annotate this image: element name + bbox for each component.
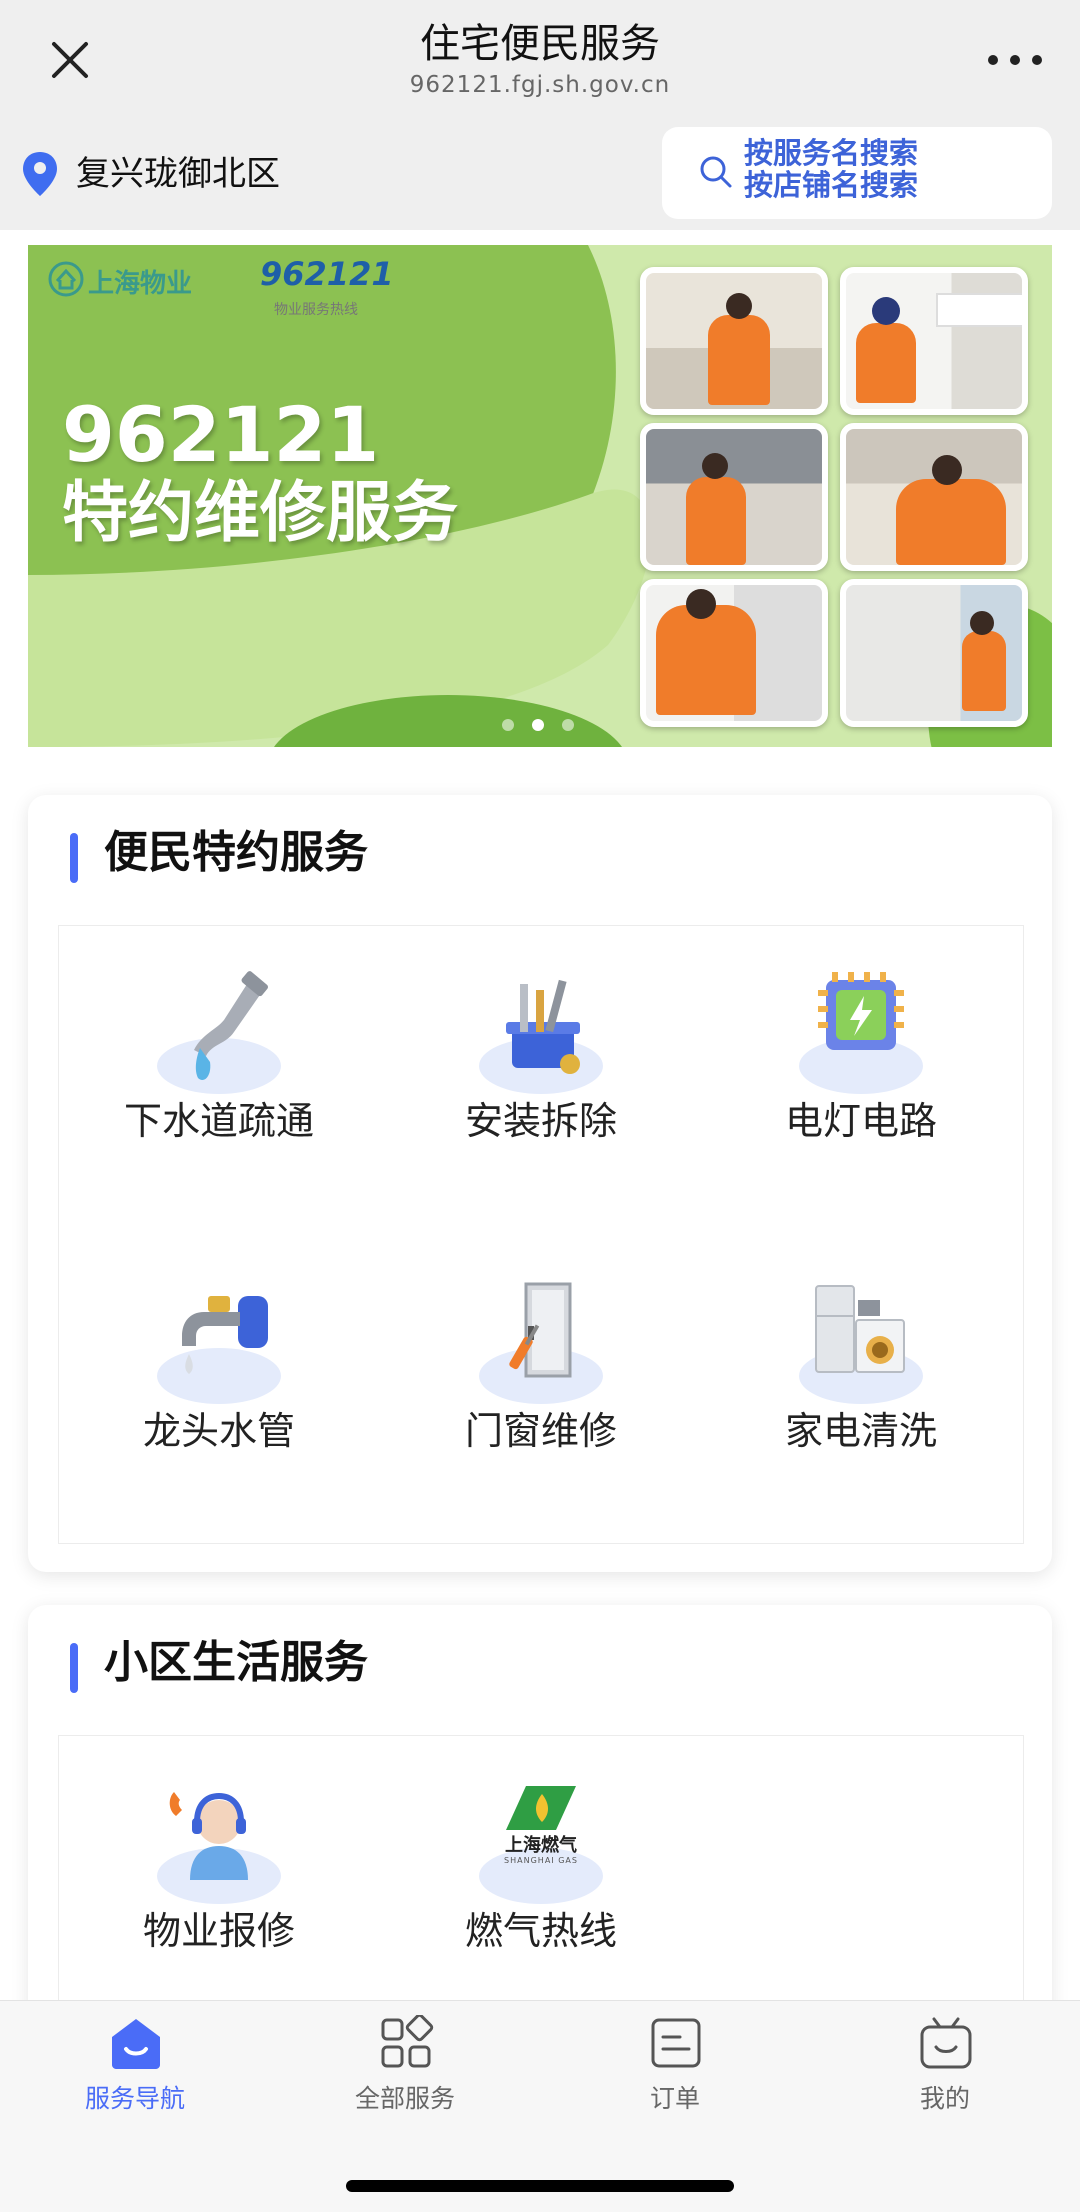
community-services-card: 小区生活服务 物业报修 上海燃气 SHANGHAI GAS 燃气热线 bbox=[28, 1605, 1052, 2025]
search-icon bbox=[700, 156, 732, 188]
service-item-appliance[interactable]: 家电清洗 bbox=[701, 1236, 1021, 1536]
search-placeholder-2: 按店铺名搜索 bbox=[744, 168, 919, 202]
service-item-label: 燃气热线 bbox=[464, 1909, 617, 1953]
page-url: 962121.fgj.sh.gov.cn bbox=[409, 72, 671, 98]
appliance-icon bbox=[799, 1285, 923, 1404]
page-title: 住宅便民服务 bbox=[420, 21, 660, 67]
tab-label: 我的 bbox=[919, 2084, 970, 2113]
door-icon bbox=[479, 1282, 603, 1404]
banner-photo bbox=[840, 579, 1028, 727]
service-item-label: 门窗维修 bbox=[464, 1409, 617, 1453]
tab-service-navigation[interactable]: 服务导航 bbox=[0, 2001, 270, 2141]
more-icon[interactable] bbox=[980, 40, 1050, 80]
top-nav-bar: 住宅便民服务 962121.fgj.sh.gov.cn 复兴珑御北区 按服务名搜… bbox=[0, 0, 1080, 230]
banner-dot-active[interactable] bbox=[532, 719, 544, 731]
toolbox-icon bbox=[479, 979, 603, 1094]
search-input[interactable]: 按服务名搜索 按店铺名搜索 bbox=[662, 127, 1052, 219]
banner-logo-subtitle: 物业服务热线 bbox=[274, 302, 358, 318]
tab-orders[interactable]: 订单 bbox=[540, 2001, 810, 2141]
tab-all-services[interactable]: 全部服务 bbox=[270, 2001, 540, 2141]
home-icon bbox=[112, 2019, 160, 2069]
service-item-faucet[interactable]: 龙头水管 bbox=[59, 1236, 379, 1536]
promo-banner[interactable]: 上海物业 962121 物业服务热线 962121 特约维修服务 bbox=[28, 245, 1052, 747]
section-title: 小区生活服务 bbox=[104, 1637, 368, 1688]
banner-photo bbox=[840, 423, 1028, 571]
tab-mine[interactable]: 我的 bbox=[810, 2001, 1080, 2141]
home-indicator[interactable] bbox=[346, 2180, 734, 2192]
service-item-label: 物业报修 bbox=[142, 1909, 295, 1953]
section-title: 便民特约服务 bbox=[104, 827, 368, 878]
location-pin-icon[interactable] bbox=[20, 150, 60, 198]
service-item-label: 安装拆除 bbox=[464, 1099, 617, 1143]
drain-pipe-icon bbox=[157, 971, 281, 1094]
profile-icon bbox=[920, 2017, 972, 2069]
service-item-electric[interactable]: 电灯电路 bbox=[701, 926, 1021, 1226]
search-placeholder-1: 按服务名搜索 bbox=[744, 136, 919, 170]
circuit-chip-icon bbox=[799, 972, 923, 1094]
banner-photo bbox=[640, 423, 828, 571]
banner-dot[interactable] bbox=[562, 719, 574, 731]
banner-logo-962121: 962121 bbox=[260, 255, 394, 293]
banner-pagination bbox=[502, 719, 582, 733]
banner-photo bbox=[640, 579, 828, 727]
gas-logo-subtext: SHANGHAI GAS bbox=[504, 1856, 578, 1865]
tab-label: 全部服务 bbox=[354, 2084, 455, 2113]
service-item-door[interactable]: 门窗维修 bbox=[381, 1236, 701, 1536]
customer-service-icon bbox=[157, 1792, 281, 1904]
service-item-drain[interactable]: 下水道疏通 bbox=[59, 926, 379, 1226]
order-icon bbox=[651, 2018, 701, 2068]
service-grid: 物业报修 上海燃气 SHANGHAI GAS 燃气热线 bbox=[58, 1735, 1024, 2025]
faucet-icon bbox=[157, 1296, 281, 1404]
shanghai-property-logo-icon bbox=[48, 261, 84, 297]
banner-headline-number: 962121 bbox=[62, 390, 380, 479]
grid-icon bbox=[381, 2015, 434, 2068]
service-item-install[interactable]: 安装拆除 bbox=[381, 926, 701, 1226]
community-name[interactable]: 复兴珑御北区 bbox=[76, 150, 280, 198]
banner-photo bbox=[640, 267, 828, 415]
section-accent-bar bbox=[70, 833, 78, 883]
service-item-label: 下水道疏通 bbox=[123, 1099, 314, 1143]
section-accent-bar bbox=[70, 1643, 78, 1693]
gas-logo-text: 上海燃气 bbox=[505, 1835, 577, 1856]
service-item-label: 家电清洗 bbox=[784, 1409, 937, 1453]
tab-label: 服务导航 bbox=[84, 2084, 185, 2113]
service-grid: 下水道疏通 安装拆除 电灯电路 龙头水管 门窗维修 家电清洗 bbox=[58, 925, 1024, 1544]
service-item-label: 龙头水管 bbox=[142, 1409, 295, 1453]
service-item-gas-hotline[interactable]: 上海燃气 SHANGHAI GAS 燃气热线 bbox=[381, 1736, 701, 2025]
special-services-card: 便民特约服务 下水道疏通 安装拆除 电灯电路 龙头水管 门窗维修 家电清洗 bbox=[28, 795, 1052, 1572]
banner-headline-text: 特约维修服务 bbox=[62, 474, 458, 551]
banner-logo-shanghai-property: 上海物业 bbox=[88, 269, 193, 299]
banner-photo bbox=[840, 267, 1028, 415]
service-item-label: 电灯电路 bbox=[784, 1099, 937, 1143]
tab-label: 订单 bbox=[649, 2084, 700, 2113]
banner-dot[interactable] bbox=[502, 719, 514, 731]
service-item-property-repair[interactable]: 物业报修 bbox=[59, 1736, 379, 2025]
